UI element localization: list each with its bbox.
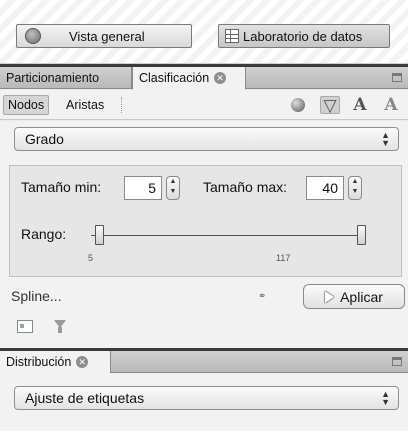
spreadsheet-icon [225,29,239,43]
toolbar-divider [121,97,122,113]
layout-select[interactable]: Ajuste de etiquetas ▲ ▼ [14,386,399,410]
color-ball-icon[interactable] [288,96,308,114]
maximize-icon[interactable] [392,73,402,82]
layout-tab-strip: Distribución ✕ [0,351,408,374]
overview-label: Vista general [69,28,145,44]
tab-ranking-label: Clasificación [139,71,210,85]
layout-select-value: Ajuste de etiquetas [25,390,145,406]
range-min-handle[interactable] [95,225,104,245]
funnel-icon[interactable] [54,320,66,333]
range-label: Rango: [21,226,67,242]
label-color-icon[interactable]: A [350,96,370,114]
tab-partitioning-label: Particionamiento [6,71,100,85]
chevron-updown-icon: ▲ ▼ [381,130,390,148]
range-min-value: 5 [88,253,94,263]
ranking-panel: Grado ▲ ▼ Tamaño min: 5 ▲ ▼ Tamaño max: 40… [0,121,408,348]
subtab-nodes[interactable]: Nodos [3,95,50,115]
data-laboratory-button[interactable]: Laboratorio de datos [218,24,390,48]
apply-label: Aplicar [340,288,383,305]
window-icon[interactable] [17,320,33,333]
min-size-stepper[interactable]: ▲ ▼ [166,176,180,200]
max-size-input[interactable]: 40 [306,176,344,200]
tab-ranking[interactable]: Clasificación ✕ [132,67,246,90]
range-max-handle[interactable] [357,225,366,245]
close-icon[interactable]: ✕ [76,356,89,368]
data-laboratory-label: Laboratorio de datos [243,28,363,44]
tab-distribution-label: Distribución [6,355,72,369]
close-icon[interactable]: ✕ [214,72,227,84]
spline-link[interactable]: Spline... [11,288,62,304]
apply-button[interactable]: Aplicar [303,284,405,309]
range-max-value: 117 [276,253,291,263]
min-size-label: Tamaño min: [21,179,102,195]
maximize-icon[interactable] [392,357,402,366]
play-icon [325,290,335,303]
attribute-select-value: Grado [25,131,64,147]
max-size-stepper[interactable]: ▲ ▼ [348,176,362,200]
globe-icon [25,28,41,44]
label-size-icon[interactable]: A [381,96,401,114]
overview-button[interactable]: Vista general [16,24,192,48]
attribute-select[interactable]: Grado ▲ ▼ [14,127,399,151]
ranking-subtab-bar: Nodos Aristas ▽ A A [0,90,408,120]
size-parameters-box: Tamaño min: 5 ▲ ▼ Tamaño max: 40 ▲ ▼ Rango… [9,165,402,277]
link-icon[interactable]: ⚭ [258,291,266,302]
size-diamond-icon[interactable]: ▽ [320,96,340,115]
min-size-input[interactable]: 5 [124,176,162,200]
top-toolbar: Vista general Laboratorio de datos [0,0,408,64]
subtab-edges[interactable]: Aristas [62,95,108,115]
chevron-updown-icon: ▲ ▼ [381,389,390,407]
range-slider-track[interactable] [91,235,361,236]
max-size-label: Tamaño max: [203,179,288,195]
tab-distribution[interactable]: Distribución ✕ [0,351,111,374]
panel-tab-strip: Particionamiento Clasificación ✕ [0,67,408,90]
layout-panel: Ajuste de etiquetas ▲ ▼ [0,373,408,431]
tab-partitioning[interactable]: Particionamiento [0,67,132,89]
